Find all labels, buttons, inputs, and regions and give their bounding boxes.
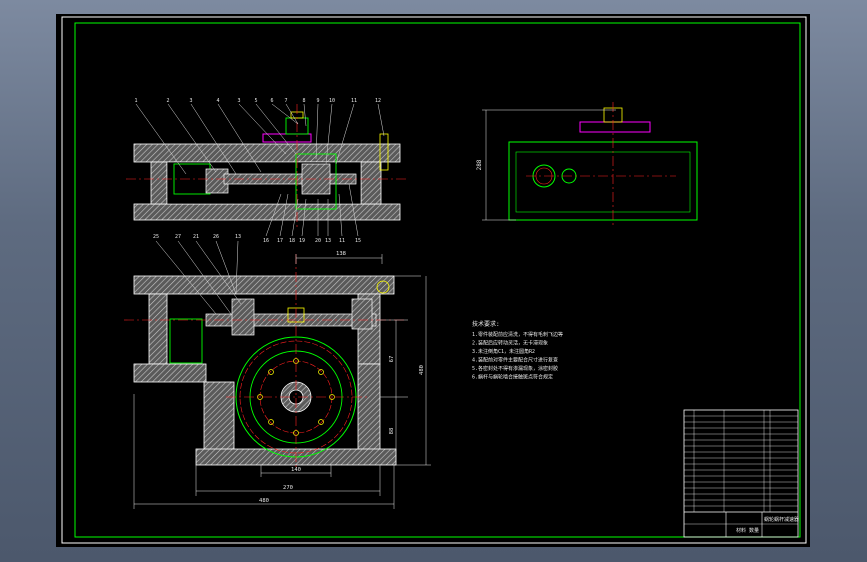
callout-number: 10 — [329, 98, 335, 104]
dim-plan-top-width: 138 — [336, 251, 346, 257]
note-line: 3.未注倒角C1，未注圆角R2 — [472, 348, 535, 355]
dim-side-height: 288 — [476, 159, 483, 170]
title-block[interactable]: 材料 数量 蜗轮蜗杆减速器 — [683, 409, 799, 538]
plan-top-flange — [133, 275, 395, 295]
callout-number: 16 — [263, 238, 269, 244]
drawing-canvas: 1 2 3 4 3 5 6 7 8 9 10 11 12 16 17 18 19 20 13 11 15 288 — [61, 16, 807, 544]
dim-plan-base-width: 140 — [291, 467, 301, 473]
title-block-stamp: 材料 数量 — [736, 527, 759, 534]
callout-number: 11 — [351, 98, 357, 104]
top-key — [262, 133, 312, 143]
housing-bottom-flange — [133, 203, 401, 221]
parts-list-rows — [684, 415, 798, 507]
callout-number: 19 — [299, 238, 305, 244]
technical-notes[interactable]: 技术要求: 1.零件装配前应清洗，不得有毛刺飞边等 2.装配后应转动灵活，无卡滞现… — [472, 320, 563, 381]
dim-plan-right-1: 67 — [389, 356, 395, 363]
callout-number: 21 — [193, 234, 199, 240]
callout-number: 18 — [289, 238, 295, 244]
side-key — [579, 121, 651, 133]
callout-number: 6 — [270, 98, 273, 104]
plan-view[interactable]: 138 480 67 88 140 270 480 — [124, 240, 431, 509]
note-line: 2.装配后应转动灵活，无卡滞现象 — [472, 340, 548, 347]
callout-labels-bottom: 16 17 18 19 20 13 11 15 — [263, 238, 361, 244]
note-line: 5.各密封处不得有渗漏现象，涂密封胶 — [472, 365, 558, 372]
callout-number: 3 — [237, 98, 240, 104]
callout-number: 3 — [189, 98, 192, 104]
callout-number: 9 — [316, 98, 319, 104]
callout-number: 11 — [339, 238, 345, 244]
side-height-dimension — [482, 109, 616, 221]
side-body-inner — [515, 151, 691, 213]
notes-lines: 1.零件装配前应清洗，不得有毛刺飞边等 2.装配后应转动灵活，无卡滞现象3.未注倒… — [472, 331, 563, 381]
callout-number: 7 — [284, 98, 287, 104]
plan-bearing — [231, 298, 255, 336]
note-line: 1.零件装配前应清洗，不得有毛刺飞边等 — [472, 331, 563, 338]
note-line: 6.蜗杆与蜗轮啮合接触斑点符合规定 — [472, 374, 553, 381]
callout-number: 13 — [235, 234, 241, 240]
dim-plan-overall-width: 480 — [259, 498, 269, 504]
plan-lower-right — [357, 363, 381, 453]
plan-motor — [169, 318, 203, 364]
title-block-drawing-name: 蜗轮蜗杆减速器 — [764, 516, 799, 523]
cad-viewport[interactable]: 1 2 3 4 3 5 6 7 8 9 10 11 12 16 17 18 19 20 13 11 15 288 — [56, 14, 810, 547]
callout-number: 5 — [254, 98, 257, 104]
note-line: 4.装配前对零件主要配合尺寸进行复查 — [472, 357, 558, 364]
side-body — [508, 141, 698, 221]
housing-right-wall — [360, 161, 382, 205]
callout-number: 17 — [277, 238, 283, 244]
callout-number: 20 — [315, 238, 321, 244]
dim-plan-total-height: 480 — [419, 365, 425, 375]
callout-number: 27 — [175, 234, 181, 240]
callout-number: 1 — [134, 98, 137, 104]
housing-left-wall — [150, 161, 168, 205]
callout-number: 2 — [166, 98, 169, 104]
callout-number: 12 — [375, 98, 381, 104]
plan-lower-left — [203, 381, 235, 453]
housing-top-flange — [133, 143, 401, 163]
plan-bearing-right — [351, 298, 373, 330]
front-section-view[interactable] — [126, 103, 406, 237]
callout-labels-top: 1 2 3 4 3 5 6 7 8 9 10 11 12 — [134, 98, 381, 104]
callout-number: 25 — [153, 234, 159, 240]
plan-left-step — [133, 363, 207, 383]
callout-number: 26 — [213, 234, 219, 240]
callout-number: 4 — [216, 98, 219, 104]
plan-left-wall — [148, 293, 168, 365]
callout-number: 8 — [302, 98, 305, 104]
callout-labels-plan: 25 27 21 26 13 — [153, 234, 241, 240]
dim-plan-right-2: 88 — [389, 428, 395, 435]
callout-number: 15 — [355, 238, 361, 244]
side-view[interactable]: 288 — [476, 102, 698, 226]
notes-heading: 技术要求: — [472, 320, 500, 328]
callout-number: 13 — [325, 238, 331, 244]
dim-plan-inner-width: 270 — [283, 485, 293, 491]
